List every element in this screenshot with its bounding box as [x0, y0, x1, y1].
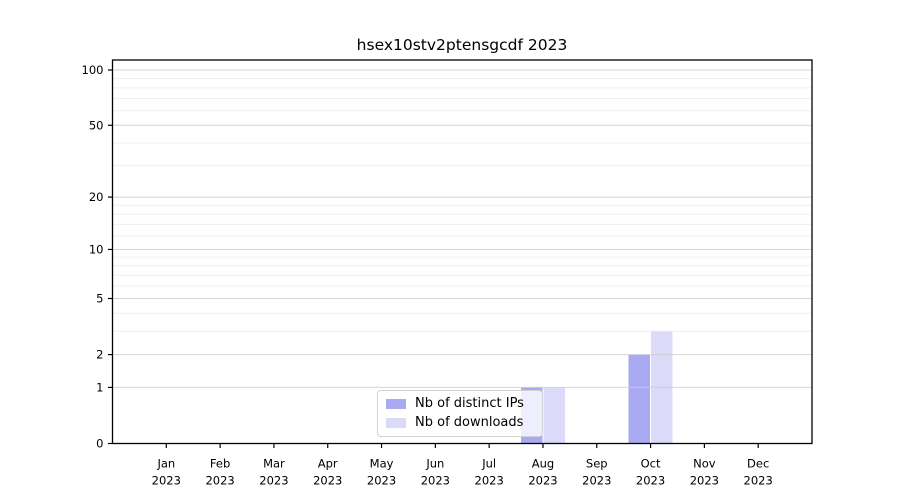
x-tick-label-year-aug: 2023: [528, 474, 557, 488]
figure: hsex10stv2ptensgcdf 2023 0125102050100Ja…: [0, 0, 900, 500]
x-tick-label-month-jan: Jan: [156, 457, 175, 471]
bar-downloads-aug: [543, 387, 565, 443]
x-tick-label-year-dec: 2023: [744, 474, 773, 488]
x-tick-label-year-jan: 2023: [152, 474, 181, 488]
y-tick-label-1: 1: [96, 380, 103, 394]
x-tick-label-year-mar: 2023: [259, 474, 288, 488]
y-tick-label-5: 5: [96, 291, 103, 305]
x-tick-label-month-may: May: [370, 457, 394, 471]
y-tick-label-2: 2: [96, 348, 103, 362]
x-tick-label-year-apr: 2023: [313, 474, 342, 488]
legend-label-distinct-ips: Nb of distinct IPs: [415, 397, 524, 412]
x-tick-label-month-nov: Nov: [693, 457, 716, 471]
x-tick-label-year-jul: 2023: [475, 474, 504, 488]
legend-label-downloads: Nb of downloads: [415, 416, 523, 431]
x-tick-label-month-sep: Sep: [586, 457, 608, 471]
y-tick-label-0: 0: [96, 437, 103, 451]
legend-swatch-distinct-ips: [386, 399, 406, 409]
x-tick-label-month-aug: Aug: [532, 457, 554, 471]
plot-border: [113, 60, 813, 444]
x-tick-label-year-jun: 2023: [421, 474, 450, 488]
x-tick-label-year-feb: 2023: [205, 474, 234, 488]
legend-item-distinct-ips: Nb of distinct IPs: [386, 397, 542, 412]
bar-distinct-ips-oct: [629, 355, 651, 444]
y-tick-label-20: 20: [89, 190, 104, 204]
x-tick-label-month-jun: Jun: [425, 457, 444, 471]
x-tick-label-month-feb: Feb: [210, 457, 230, 471]
x-tick-label-month-mar: Mar: [263, 457, 285, 471]
y-tick-label-50: 50: [89, 118, 104, 132]
y-tick-label-100: 100: [82, 63, 104, 77]
x-tick-label-month-dec: Dec: [747, 457, 769, 471]
x-tick-label-month-apr: Apr: [318, 457, 338, 471]
x-tick-label-month-jul: Jul: [481, 457, 496, 471]
x-tick-label-year-sep: 2023: [582, 474, 611, 488]
legend-item-downloads: Nb of downloads: [386, 416, 542, 431]
x-tick-label-year-oct: 2023: [636, 474, 665, 488]
legend-swatch-downloads: [386, 418, 406, 428]
y-tick-label-10: 10: [89, 242, 104, 256]
x-tick-label-year-nov: 2023: [690, 474, 719, 488]
x-tick-label-month-oct: Oct: [641, 457, 661, 471]
legend: Nb of distinct IPs Nb of downloads: [377, 390, 543, 437]
x-tick-label-year-may: 2023: [367, 474, 396, 488]
